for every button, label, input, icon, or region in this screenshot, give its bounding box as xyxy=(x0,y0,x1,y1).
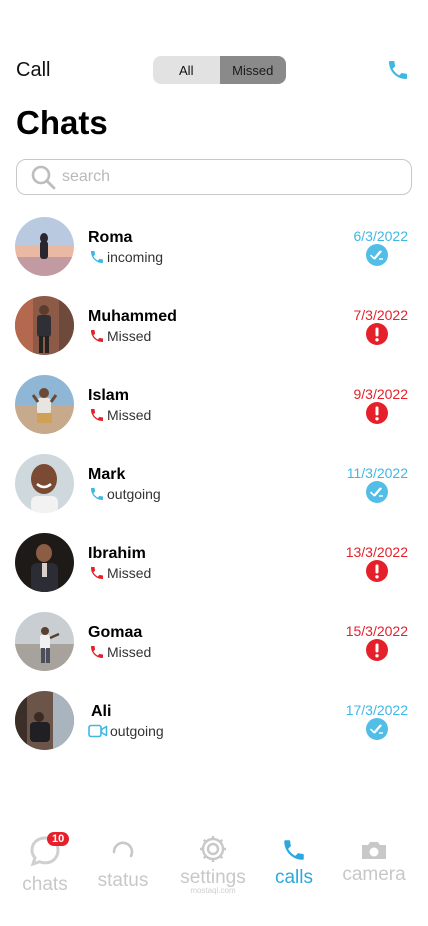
phone-icon xyxy=(88,327,105,344)
chat-row-ibrahim[interactable]: Ibrahim Missed 13/3/2022 xyxy=(0,533,428,612)
call-type-label: outgoing xyxy=(110,722,164,739)
watermark: mostaql.com xyxy=(190,886,236,895)
phone-icon xyxy=(88,643,105,660)
phone-icon xyxy=(284,840,304,860)
chat-row-gomaa[interactable]: Gomaa Missed 15/3/2022 xyxy=(0,612,428,691)
nav-label: calls xyxy=(274,867,313,888)
tab-all[interactable]: All xyxy=(153,56,220,84)
chat-row-roma[interactable]: Roma incoming 6/3/2022 xyxy=(0,217,428,296)
call-date: 15/3/2022 xyxy=(345,623,408,639)
call-type-label: Missed xyxy=(107,327,152,344)
contact-name: Roma xyxy=(88,229,133,246)
call-type: Missed xyxy=(88,327,151,344)
call-type: Missed xyxy=(88,406,151,423)
avatar xyxy=(15,533,74,592)
phone-icon xyxy=(88,485,105,502)
header: Call All Missed xyxy=(16,56,412,84)
contact-name: Gomaa xyxy=(88,624,143,641)
header-title: Call xyxy=(16,59,51,81)
call-date: 7/3/2022 xyxy=(353,307,409,323)
contact-name: Muhammed xyxy=(88,308,177,325)
call-date: 17/3/2022 xyxy=(345,702,408,718)
call-type: Missed xyxy=(88,564,151,581)
nav-label: chats xyxy=(22,874,68,895)
alert-icon xyxy=(366,639,388,661)
chat-list: Roma incoming 6/3/2022 Muhammed Missed 7… xyxy=(0,217,428,770)
nav-label: status xyxy=(97,870,149,891)
read-check-icon xyxy=(366,481,388,503)
call-type-label: Missed xyxy=(107,643,152,660)
nav-status[interactable]: status xyxy=(93,830,153,892)
search-icon xyxy=(31,165,56,190)
call-type: outgoing xyxy=(88,485,161,502)
bottom-nav: 10 chats status settings calls camera xyxy=(0,830,428,910)
nav-calls[interactable]: calls xyxy=(271,830,317,889)
video-icon xyxy=(88,722,108,739)
avatar xyxy=(15,691,74,750)
search-bar xyxy=(16,159,412,195)
phone-icon[interactable] xyxy=(384,56,412,84)
contact-name: Ali xyxy=(91,703,112,720)
avatar xyxy=(15,296,74,355)
contact-name: Islam xyxy=(88,387,129,404)
phone-icon xyxy=(88,248,105,265)
contact-name: Ibrahim xyxy=(88,545,146,562)
phone-icon xyxy=(88,406,105,423)
chat-row-ali[interactable]: Ali outgoing 17/3/2022 xyxy=(0,691,428,770)
nav-chats[interactable]: 10 chats xyxy=(19,830,71,896)
avatar xyxy=(15,217,74,276)
avatar xyxy=(15,454,74,513)
unread-badge: 10 xyxy=(47,832,70,846)
call-type-label: incoming xyxy=(107,248,164,265)
call-type: Missed xyxy=(88,643,151,660)
nav-camera[interactable]: camera xyxy=(338,830,410,886)
page-title: Chats xyxy=(16,104,108,141)
phone-icon xyxy=(88,564,105,581)
read-check-icon xyxy=(366,244,388,266)
contact-name: Mark xyxy=(88,466,126,483)
call-date: 6/3/2022 xyxy=(353,228,409,244)
call-date: 13/3/2022 xyxy=(345,544,408,560)
chat-row-islam[interactable]: Islam Missed 9/3/2022 xyxy=(0,375,428,454)
avatar xyxy=(15,375,74,434)
status-ring-icon xyxy=(112,841,134,858)
chat-row-mark[interactable]: Mark outgoing 11/3/2022 xyxy=(0,454,428,533)
search-input[interactable] xyxy=(62,168,362,186)
nav-settings[interactable]: settings xyxy=(175,830,251,889)
camera-icon xyxy=(362,842,386,859)
alert-icon xyxy=(366,560,388,582)
call-type-label: Missed xyxy=(107,406,152,423)
call-date: 11/3/2022 xyxy=(346,465,408,481)
call-type-label: outgoing xyxy=(107,485,161,502)
call-filter-segmented: All Missed xyxy=(153,56,286,84)
chat-row-muhammed[interactable]: Muhammed Missed 7/3/2022 xyxy=(0,296,428,375)
call-type-label: Missed xyxy=(107,564,152,581)
gear-icon xyxy=(200,836,226,862)
tab-missed[interactable]: Missed xyxy=(219,56,286,84)
avatar xyxy=(15,612,74,671)
read-check-icon xyxy=(366,718,388,740)
alert-icon xyxy=(366,323,388,345)
call-date: 9/3/2022 xyxy=(353,386,409,402)
call-type: outgoing xyxy=(88,722,164,739)
nav-label: camera xyxy=(342,864,406,885)
call-type: incoming xyxy=(88,248,163,265)
alert-icon xyxy=(366,402,388,424)
